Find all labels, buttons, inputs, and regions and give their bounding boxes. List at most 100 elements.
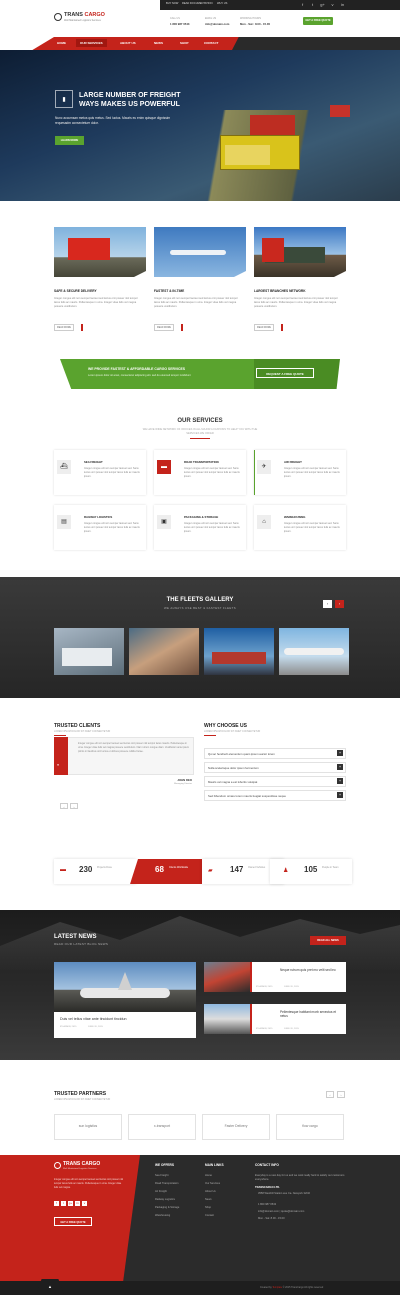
email-value[interactable]: info@domain.com <box>205 22 229 26</box>
service-text: Integer congue elit non semper laoreet s… <box>284 467 340 478</box>
googleplus-icon[interactable]: g+ <box>68 1201 73 1206</box>
service-text: Integer congue elit non semper laoreet s… <box>284 522 340 533</box>
hours-value: Mon - Sat : 8.00 - 15.00 <box>240 22 270 26</box>
facebook-icon[interactable]: f <box>300 2 305 7</box>
copyright-link[interactable]: Template <box>272 1286 282 1289</box>
call-value: 1 800 987 0543 <box>170 22 190 26</box>
read-more-button[interactable]: READ MORE <box>254 324 274 331</box>
footer-main-link[interactable]: Shop <box>205 1206 211 1209</box>
request-quote-button[interactable]: REQUEST A FREE QUOTE <box>256 368 314 378</box>
vimeo-icon[interactable]: v <box>82 1201 87 1206</box>
read-more-button[interactable]: READ MORE <box>54 324 74 331</box>
news-title[interactable]: Neque rutrum quis pret mo velit sed leo <box>280 968 340 972</box>
service-title: WAREHOUSING <box>284 515 306 519</box>
stat-label: Projects Done <box>97 866 113 869</box>
testimonial-role: Managing Director <box>174 783 192 785</box>
chevron-right-icon[interactable]: › <box>70 803 78 809</box>
footer-quote-button[interactable]: GET A FREE QUOTE <box>54 1217 92 1226</box>
footer-main-link[interactable]: Home <box>205 1174 212 1177</box>
footer-offers-title: WE OFFERS <box>155 1163 174 1167</box>
facebook-icon[interactable]: f <box>54 1201 59 1206</box>
service-title: ROAD TRANSPORTATION <box>184 460 219 464</box>
fleet-image-handshake[interactable] <box>129 628 199 675</box>
service-title: PACKAGING & STORAGE <box>184 515 219 519</box>
hero-truck-trailer <box>225 145 270 165</box>
vimeo-icon[interactable]: v <box>330 2 335 7</box>
chevron-right-icon[interactable]: › <box>335 600 344 608</box>
services-title: OUR SERVICES <box>177 418 223 424</box>
plus-icon[interactable]: + <box>337 792 343 798</box>
free-quote-button[interactable]: GET A FREE QUOTE <box>303 17 333 25</box>
footer-offer-link[interactable]: Warehousing <box>155 1214 170 1217</box>
googleplus-icon[interactable]: g+ <box>320 2 325 7</box>
footer-main-link[interactable]: About Us <box>205 1190 216 1193</box>
linkedin-icon[interactable]: in <box>75 1201 80 1206</box>
clients-title: TRUSTED CLIENTS <box>54 723 101 729</box>
train-icon: ▤ <box>57 515 71 529</box>
footer-main-link[interactable]: News <box>205 1198 212 1201</box>
twitter-icon[interactable]: t <box>310 2 315 7</box>
logo[interactable]: TRANS CARGO <box>64 12 105 18</box>
footer-logo[interactable]: TRANS CARGO <box>63 1161 100 1167</box>
nav-item-shop[interactable]: SHOP <box>180 41 189 45</box>
plus-icon[interactable]: + <box>337 764 343 770</box>
footer-main-link[interactable]: Contact <box>205 1214 214 1217</box>
service-text: Integer congue elit non semper laoreet s… <box>84 522 140 533</box>
service-title: SEA FREIGHT <box>84 460 103 464</box>
nav-item-news[interactable]: NEWS <box>154 41 163 45</box>
testimonial-text: Integer congue elit non semper laoreet s… <box>78 742 189 753</box>
chevron-left-icon[interactable]: ‹ <box>323 600 332 608</box>
read-more-button[interactable]: READ MORE <box>154 324 174 331</box>
person-icon: ♟ <box>283 868 289 874</box>
news-date: JUNE 20, 2015 <box>284 1028 299 1030</box>
nav-item-contact[interactable]: CONTACT <box>204 41 218 45</box>
testimonial-accent <box>54 737 68 775</box>
footer-offer-link[interactable]: Road Transportation <box>155 1182 179 1185</box>
partners-title: TRUSTED PARTNERS <box>54 1091 107 1097</box>
news-image-trucks[interactable] <box>204 962 250 992</box>
feature-text: Integer congue elit non semper laoreet s… <box>154 297 238 308</box>
partner-name: x-transport <box>153 1124 171 1128</box>
nav-item-home[interactable]: HOME <box>57 41 66 45</box>
copyright-pre: Created by <box>260 1286 272 1289</box>
topbar-link-why[interactable]: WHY US <box>217 2 227 5</box>
footer-email[interactable]: info@domain.com | quote@domain.com <box>258 1210 304 1213</box>
footer-offer-link[interactable]: Sea Freight <box>155 1174 168 1177</box>
nav-item-about[interactable]: ABOUT US <box>120 41 136 45</box>
logo-tagline: Well Maintained Logistics Services <box>64 19 101 22</box>
footer-offer-link[interactable]: Railway Logistics <box>155 1198 175 1201</box>
train-engine <box>262 238 284 262</box>
chevron-left-icon[interactable]: ‹ <box>326 1091 334 1098</box>
read-all-news-button[interactable]: READ ALL NEWS <box>310 936 346 945</box>
feature-text: Integer congue elit non semper laoreet s… <box>54 297 138 308</box>
news-big-card[interactable] <box>54 1012 196 1038</box>
chevron-left-icon[interactable]: ‹ <box>60 803 68 809</box>
linkedin-icon[interactable]: in <box>340 2 345 7</box>
accordion-label: Sed bibendum ornare lorem mauris feugiat… <box>208 794 286 798</box>
stat-box <box>54 859 136 884</box>
hero-truck-red <box>250 115 295 135</box>
topbar-link-buy[interactable]: BUY NOW <box>166 2 178 5</box>
footer-offer-link[interactable]: Air Freight <box>155 1190 167 1193</box>
plus-icon[interactable]: + <box>337 778 343 784</box>
logo-brand-a: TRANS <box>64 12 83 18</box>
footer-main-link[interactable]: Our Services <box>205 1182 220 1185</box>
news-title[interactable]: Pellentesque habitant morb senectus et n… <box>280 1010 340 1019</box>
footer-contact-text: Everyday is a new day for us and we work… <box>255 1174 345 1181</box>
chevron-right-icon[interactable]: › <box>337 1091 345 1098</box>
accordion-label: Mauris vel magna a est lobortis volutpat <box>208 780 258 784</box>
twitter-icon[interactable]: t <box>61 1201 66 1206</box>
footer-hours: Mon - Sat: 8.00 - 15.00 <box>258 1217 285 1220</box>
testimonial-name: JOHN DEO <box>177 778 192 782</box>
nav-item-services[interactable]: OUR SERVICES <box>76 39 107 47</box>
topbar-link-docs[interactable]: READ DOCUMENTATION <box>182 2 212 5</box>
news-image-train[interactable] <box>204 1004 250 1034</box>
stat-label: Clients Worldwide <box>169 866 189 869</box>
footer-offer-link[interactable]: Packaging & Storage <box>155 1206 179 1209</box>
service-title: AIR FREIGHT <box>284 460 302 464</box>
truck-icon: ▮ <box>55 90 73 108</box>
learn-more-button[interactable]: LEARN MORE <box>55 136 84 145</box>
plus-icon[interactable]: + <box>337 750 343 756</box>
news-big-title[interactable]: Duis vel tellus vitae ante tincidunt tin… <box>60 1017 127 1021</box>
copyright: Created by Template © 2015 TransCargo Al… <box>260 1286 323 1289</box>
